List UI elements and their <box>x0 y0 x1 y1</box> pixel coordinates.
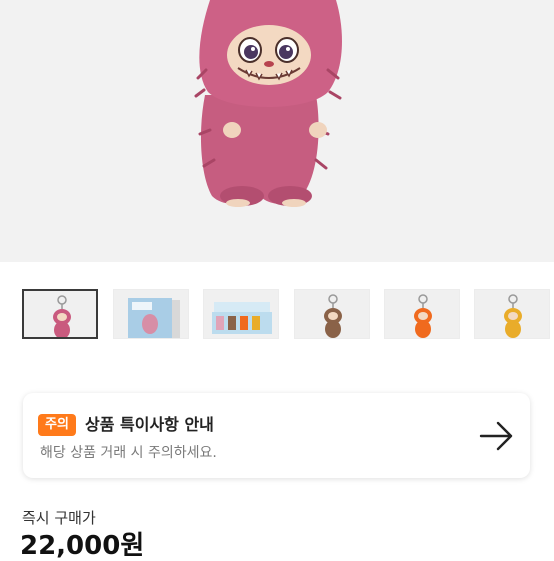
blind-box-package-icon <box>128 298 180 338</box>
product-main-image[interactable] <box>0 0 554 262</box>
notice-title: 상품 특이사항 안내 <box>85 415 214 434</box>
pink-plush-doll-illustration <box>194 0 342 207</box>
product-notice-card[interactable]: 주의 상품 특이사항 안내 해당 상품 거래 시 주의하세요. <box>23 393 530 478</box>
thumbnail-blind-box[interactable] <box>113 289 189 339</box>
thumbnail-brown-keychain[interactable] <box>294 289 370 339</box>
pink-keychain-plush-icon <box>53 295 71 337</box>
caution-badge: 주의 <box>38 414 76 436</box>
yellow-keychain-plush-icon <box>504 294 522 338</box>
thumbnail-yellow-keychain[interactable] <box>474 289 550 339</box>
orange-keychain-plush-icon <box>414 294 432 338</box>
thumbnail-strip <box>0 289 554 343</box>
arrow-right-icon[interactable] <box>479 421 515 451</box>
buy-now-price-label: 즉시 구매가 <box>22 509 96 527</box>
buy-now-price: 22,000원 <box>20 531 145 561</box>
thumbnail-pink-keychain[interactable] <box>22 289 98 339</box>
brown-keychain-plush-icon <box>324 294 342 338</box>
blind-box-set-icon <box>212 302 272 334</box>
thumbnail-orange-keychain[interactable] <box>384 289 460 339</box>
thumbnail-box-set[interactable] <box>203 289 279 339</box>
notice-description: 해당 상품 거래 시 주의하세요. <box>40 445 217 461</box>
